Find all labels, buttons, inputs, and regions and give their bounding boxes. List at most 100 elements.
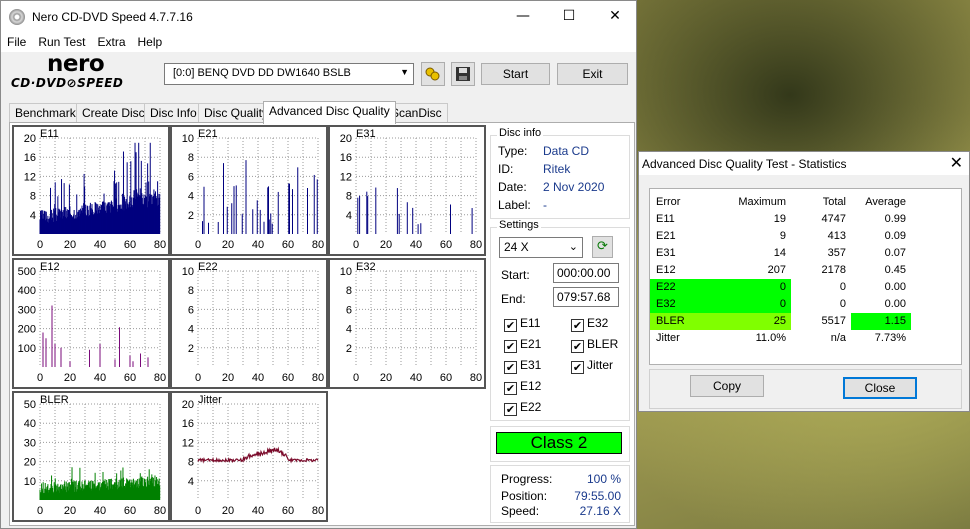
y-tick-label: 6: [188, 304, 194, 316]
type-label: Type:: [498, 144, 528, 158]
check-bler[interactable]: ✔ BLER: [571, 337, 618, 353]
cell-average: 0.45: [884, 264, 906, 276]
check-jitter[interactable]: ✔ Jitter: [571, 358, 613, 374]
chevron-down-icon: ⌄: [568, 241, 578, 253]
checkbox-checked-icon: ✔: [571, 340, 584, 353]
settings-group: Settings 24 X ⌄ ⟳ Start: 000:00.00 End: …: [490, 219, 630, 421]
cell-maximum: 0: [779, 281, 786, 293]
cell-maximum: 0: [779, 298, 786, 310]
cell-average: 7.73%: [874, 332, 906, 344]
disc-info-group: Disc info Type: Data CD ID: Ritek Date: …: [490, 127, 630, 219]
progress-value: 100 %: [586, 472, 621, 486]
cell-average: 0.00: [884, 281, 906, 293]
exit-button[interactable]: Exit: [557, 63, 628, 85]
title-bar[interactable]: Nero CD-DVD Speed 4.7.7.16 — ☐ ✕: [1, 1, 636, 32]
x-tick-label: 60: [124, 505, 136, 517]
check-e21[interactable]: ✔ E21: [504, 337, 541, 353]
save-icon[interactable]: [451, 62, 475, 86]
check-e22[interactable]: ✔ E22: [504, 400, 541, 416]
y-tick-label: 4: [346, 210, 352, 222]
copy-button[interactable]: Copy: [690, 375, 764, 397]
y-tick-label: 12: [340, 171, 352, 183]
x-tick-label: 0: [195, 372, 201, 384]
refresh-icon[interactable]: ⟳: [592, 236, 613, 258]
tab-disc-info[interactable]: Disc Info: [144, 103, 203, 123]
start-button[interactable]: Start: [481, 63, 550, 85]
end-input[interactable]: 079:57.68: [553, 287, 619, 307]
x-tick-label: 40: [410, 372, 422, 384]
cell-total: 4747: [821, 213, 846, 225]
start-input[interactable]: 000:00.00: [553, 263, 619, 283]
stats-close-button[interactable]: Close: [843, 377, 917, 399]
disc-label-label: Label:: [498, 198, 531, 212]
type-value: Data CD: [543, 144, 590, 158]
x-tick-label: 20: [380, 239, 392, 251]
check-jitter-label: Jitter: [587, 358, 614, 372]
x-tick-label: 60: [282, 505, 294, 517]
drive-info-icon[interactable]: [421, 62, 445, 86]
stats-close-icon[interactable]: ✕: [950, 153, 963, 172]
disc-info-heading: Disc info: [497, 127, 544, 139]
y-tick-label: 30: [24, 437, 36, 449]
stats-row: Jitter 11.0% n/a 7.73%: [650, 330, 963, 347]
menu-run-test[interactable]: Run Test: [32, 32, 91, 52]
x-tick-label: 0: [37, 372, 43, 384]
cell-total: n/a: [830, 332, 846, 344]
x-tick-label: 40: [410, 239, 422, 251]
x-tick-label: 40: [252, 372, 264, 384]
x-tick-label: 60: [124, 372, 136, 384]
x-tick-label: 20: [380, 372, 392, 384]
cell-average: 0.09: [884, 230, 906, 242]
y-tick-label: 8: [346, 191, 352, 203]
stats-table: Error Maximum Total Average E11 19 4747 0.99 E21…: [649, 188, 962, 365]
check-e11-label: E11: [520, 316, 541, 330]
check-bler-label: BLER: [587, 337, 619, 351]
graph-plot: 50 40 30 20 10 0 20 40 60 80: [24, 399, 166, 517]
graph-plot: 1086420 20 40 60 80: [340, 266, 482, 384]
cell-total: 357: [827, 247, 846, 259]
graph-plot: 1086420 20 40 60 80: [182, 266, 324, 384]
cell-average: 0.99: [884, 213, 906, 225]
check-e31[interactable]: ✔ E31: [504, 358, 541, 374]
checkbox-checked-icon: ✔: [504, 382, 517, 395]
drive-value: [0:0] BENQ DVD DD DW1640 BSLB: [173, 67, 351, 79]
x-tick-label: 40: [252, 505, 264, 517]
graph-e21: E21 10 8 6 4 2 0 20 40 60 80: [170, 125, 328, 256]
x-tick-label: 80: [154, 505, 166, 517]
maximize-button[interactable]: ☐: [546, 1, 592, 32]
graph-plot: 1086420 20 40 60 80: [182, 133, 324, 251]
date-label: Date:: [498, 180, 527, 194]
cell-average: 1.15: [884, 315, 906, 327]
tab-benchmark[interactable]: Benchmark: [9, 103, 82, 123]
drive-select[interactable]: [0:0] BENQ DVD DD DW1640 BSLB ▼: [164, 63, 414, 85]
check-e12[interactable]: ✔ E12: [504, 379, 541, 395]
minimize-button[interactable]: —: [500, 1, 546, 32]
cell-average: 0.07: [884, 247, 906, 259]
app-icon: [9, 9, 25, 25]
y-tick-label: 20: [24, 133, 36, 145]
check-e32[interactable]: ✔ E32: [571, 316, 608, 332]
menu-extra[interactable]: Extra: [91, 32, 131, 52]
tab-create-disc[interactable]: Create Disc: [76, 103, 151, 123]
x-tick-label: 40: [252, 239, 264, 251]
speed-select[interactable]: 24 X ⌄: [499, 237, 583, 258]
y-tick-label: 6: [188, 171, 194, 183]
cell-maximum: Maximum: [738, 196, 786, 208]
x-tick-label: 60: [282, 239, 294, 251]
menu-help[interactable]: Help: [132, 32, 169, 52]
x-tick-label: 0: [37, 505, 43, 517]
stats-row: E32 0 0 0.00: [650, 296, 963, 313]
x-tick-label: 80: [312, 372, 324, 384]
menu-file[interactable]: File: [1, 32, 32, 52]
cell-maximum: 14: [773, 247, 786, 259]
graph-e32: E32 10 8 6 4 2 0 20 40 60 80: [328, 258, 486, 389]
speed-readout: 27.16 X: [579, 504, 621, 518]
stats-title-bar[interactable]: Advanced Disc Quality Test - Statistics …: [639, 152, 969, 175]
x-tick-label: 20: [64, 372, 76, 384]
cell-error: BLER: [656, 315, 685, 327]
close-button[interactable]: ✕: [592, 1, 638, 32]
tab-advanced-disc-quality[interactable]: Advanced Disc Quality: [263, 101, 396, 124]
y-tick-label: 4: [30, 210, 36, 222]
check-e11[interactable]: ✔ E11: [504, 316, 540, 332]
disc-label-value: -: [543, 198, 547, 212]
